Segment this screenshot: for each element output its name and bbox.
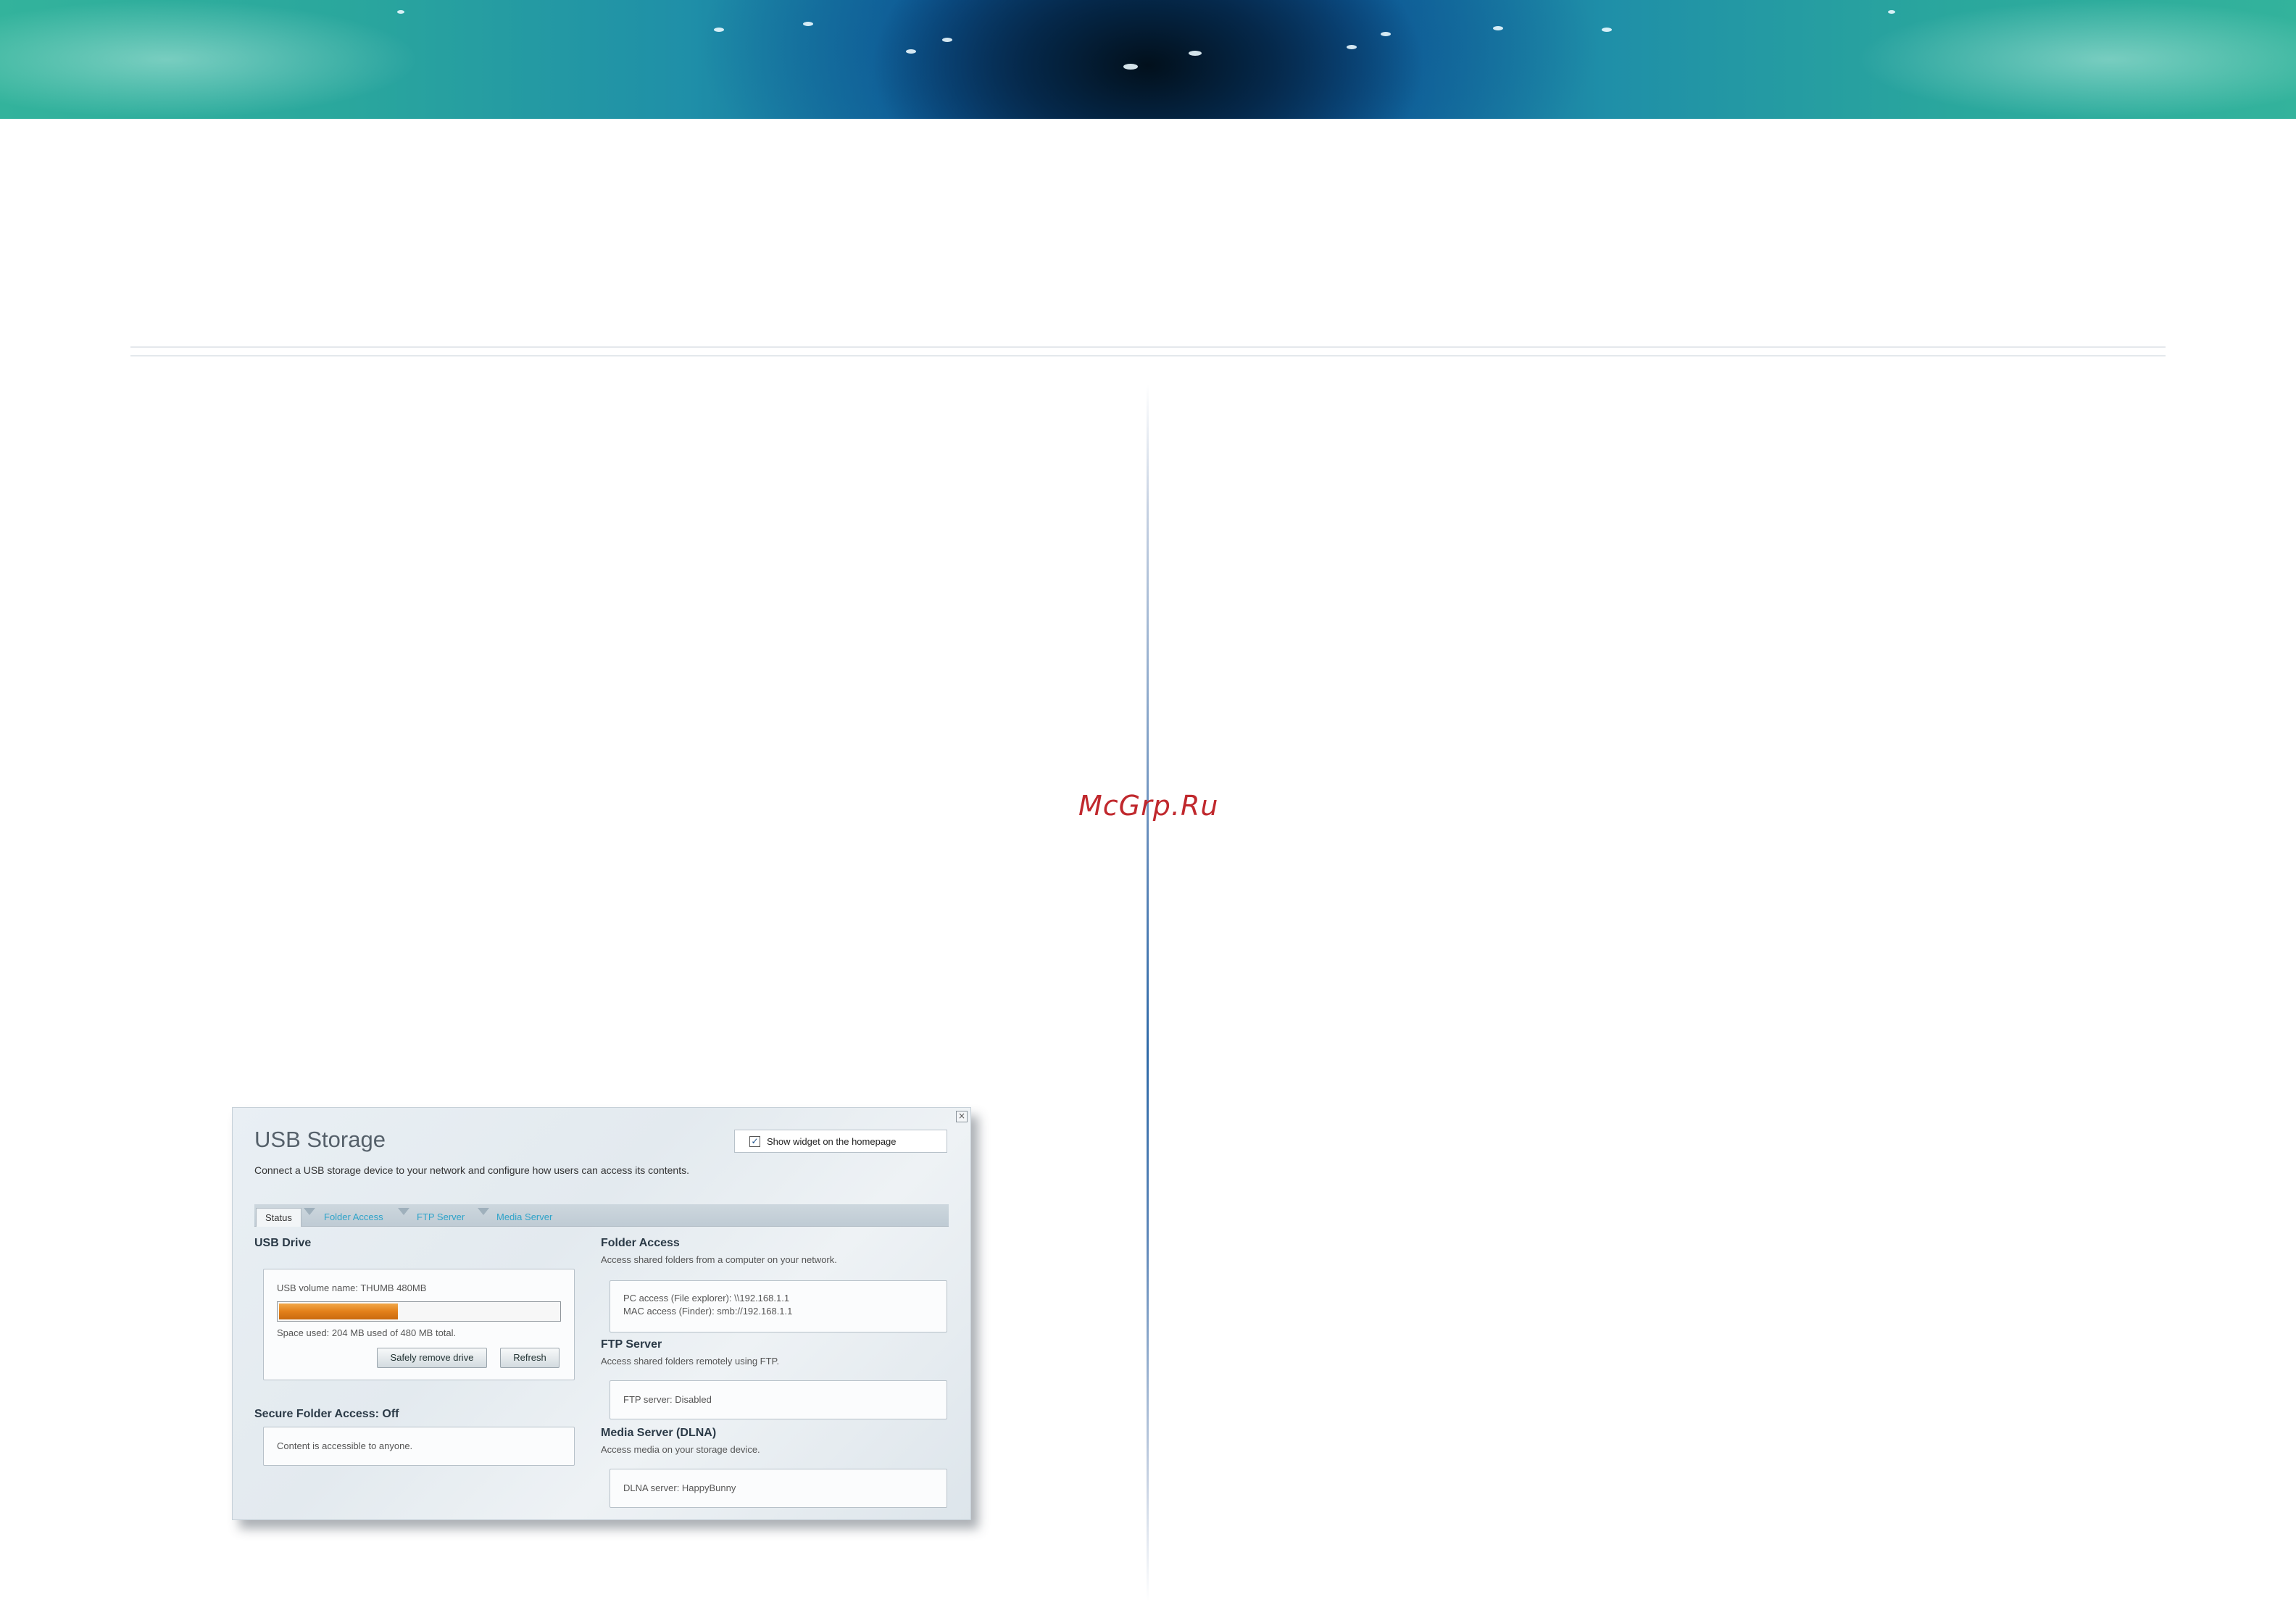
pc-access-text: PC access (File explorer): \\192.168.1.1 xyxy=(623,1293,790,1304)
ftp-server-box: FTP server: Disabled xyxy=(610,1380,947,1419)
ftp-server-status: FTP server: Disabled xyxy=(623,1394,712,1405)
tab-status[interactable]: Status xyxy=(256,1208,301,1227)
refresh-button[interactable]: Refresh xyxy=(500,1348,560,1368)
tab-ftp-server[interactable]: FTP Server xyxy=(408,1208,473,1226)
usb-drive-box: USB volume name: THUMB 480MB Space used:… xyxy=(263,1269,575,1380)
panel-description: Connect a USB storage device to your net… xyxy=(254,1164,689,1176)
tab-bar: Status Folder Access FTP Server Media Se… xyxy=(254,1204,949,1227)
show-widget-label: Show widget on the homepage xyxy=(767,1136,897,1147)
usb-drive-heading: USB Drive xyxy=(254,1237,312,1249)
storage-usage-fill xyxy=(279,1304,398,1319)
secure-folder-box: Content is accessible to anyone. xyxy=(263,1427,575,1466)
storage-usage-bar xyxy=(277,1301,561,1322)
show-widget-option[interactable]: ✓ Show widget on the homepage xyxy=(734,1130,947,1153)
tab-folder-access[interactable]: Folder Access xyxy=(315,1208,392,1226)
secure-folder-heading: Secure Folder Access: Off xyxy=(254,1408,399,1420)
mac-access-text: MAC access (Finder): smb://192.168.1.1 xyxy=(623,1306,793,1317)
watermark-text: McGrp.Ru xyxy=(1078,790,1219,822)
checkbox-checked-icon[interactable]: ✓ xyxy=(749,1136,760,1147)
folder-access-box: PC access (File explorer): \\192.168.1.1… xyxy=(610,1280,947,1332)
top-divider xyxy=(130,346,2166,348)
folder-access-subtitle: Access shared folders from a computer on… xyxy=(601,1254,837,1265)
secure-folder-text: Content is accessible to anyone. xyxy=(277,1440,413,1451)
ftp-server-subtitle: Access shared folders remotely using FTP… xyxy=(601,1356,780,1367)
dlna-server-status: DLNA server: HappyBunny xyxy=(623,1482,736,1493)
media-server-subtitle: Access media on your storage device. xyxy=(601,1444,760,1455)
media-server-heading: Media Server (DLNA) xyxy=(601,1427,717,1439)
safely-remove-drive-button[interactable]: Safely remove drive xyxy=(377,1348,487,1368)
tab-separator-icon xyxy=(304,1208,315,1215)
usb-volume-name: USB volume name: THUMB 480MB xyxy=(277,1282,427,1293)
close-icon[interactable]: × xyxy=(956,1111,968,1122)
header-banner-image xyxy=(0,0,2296,119)
tab-media-server[interactable]: Media Server xyxy=(488,1208,561,1226)
folder-access-heading: Folder Access xyxy=(601,1237,680,1249)
panel-title: USB Storage xyxy=(254,1127,386,1152)
media-server-box: DLNA server: HappyBunny xyxy=(610,1469,947,1508)
top-divider-secondary xyxy=(130,355,2166,356)
usb-storage-panel: × USB Storage Connect a USB storage devi… xyxy=(232,1107,971,1520)
ftp-server-heading: FTP Server xyxy=(601,1338,662,1351)
column-divider xyxy=(1147,384,1149,1601)
space-used-text: Space used: 204 MB used of 480 MB total. xyxy=(277,1327,457,1338)
